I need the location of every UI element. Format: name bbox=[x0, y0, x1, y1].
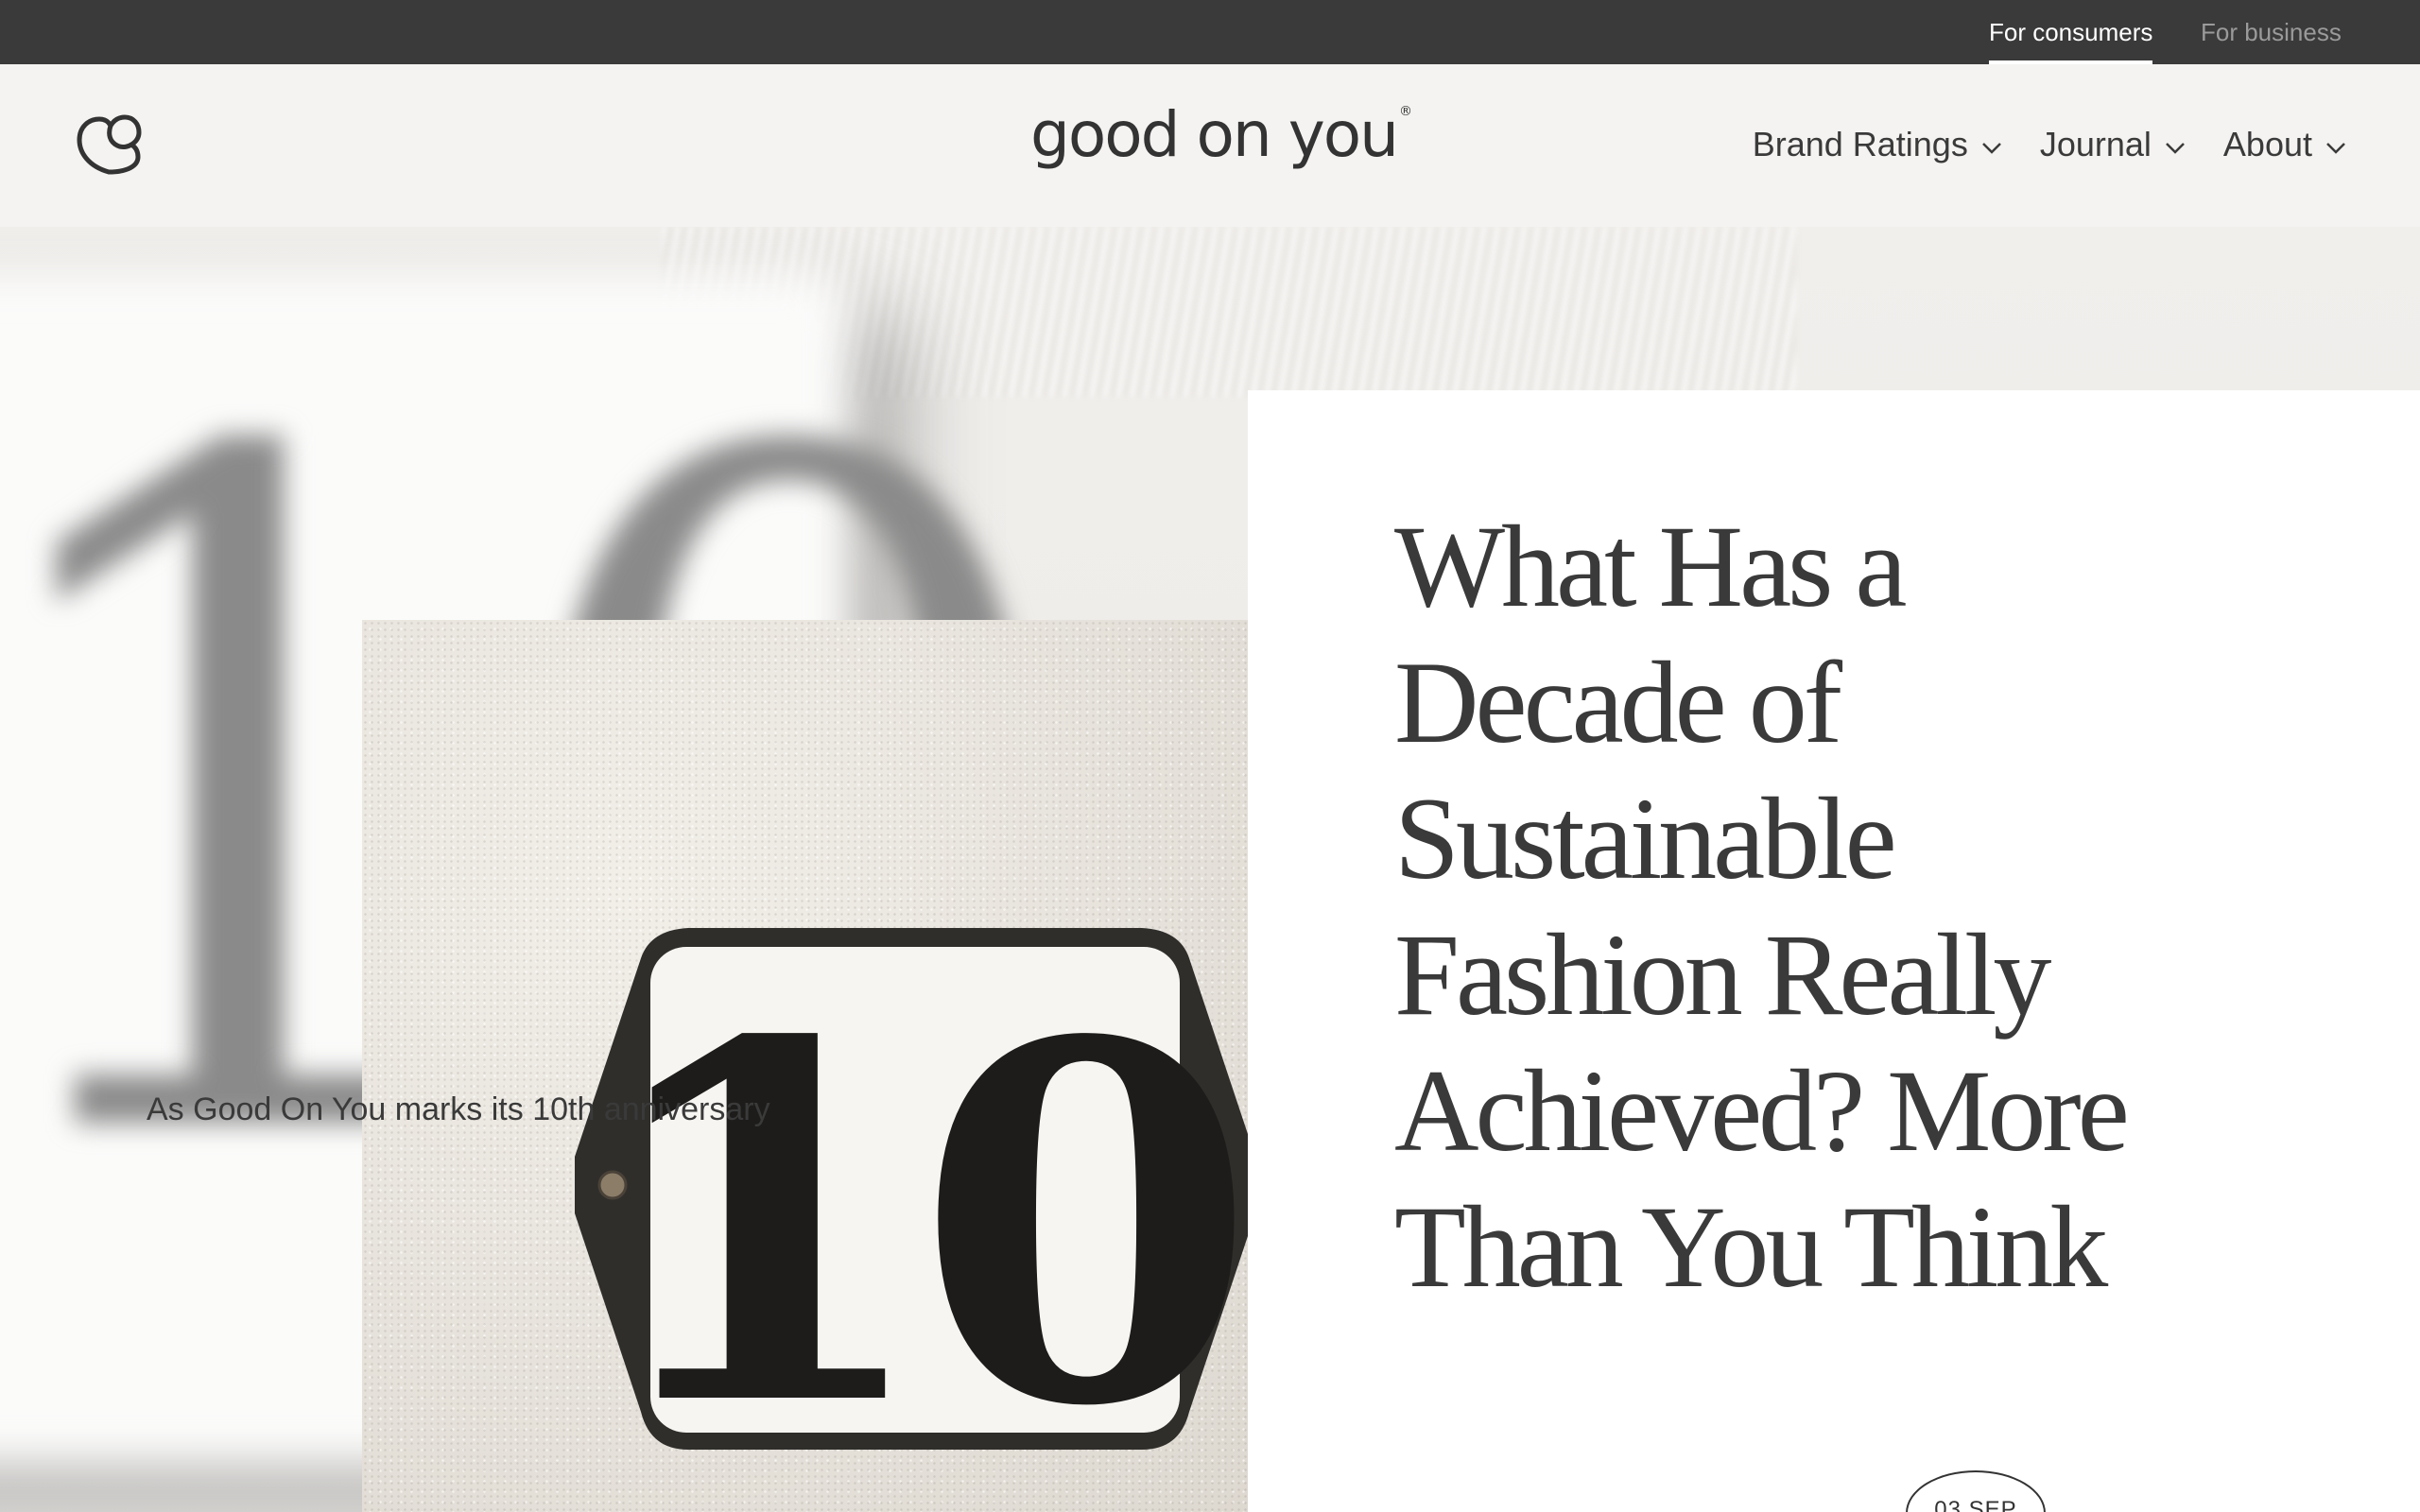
nav-label: Journal bbox=[2039, 125, 2152, 163]
chevron-down-icon bbox=[1981, 143, 2001, 154]
nav-about[interactable]: About bbox=[2223, 125, 2346, 164]
brand-wordmark[interactable]: good on you ® bbox=[1030, 98, 1412, 171]
nav-journal[interactable]: Journal bbox=[2040, 125, 2186, 164]
hero-photo-number-plate: 10 bbox=[362, 620, 1248, 1512]
article-lede: As Good On You marks its 10th anniversar… bbox=[147, 1091, 770, 1127]
for-consumers-link[interactable]: For consumers bbox=[1989, 0, 2153, 64]
chevron-down-icon bbox=[2326, 143, 2345, 154]
article-title: What Has a Decade of Sustainable Fashion… bbox=[1394, 502, 2130, 1312]
nav-brand-ratings[interactable]: Brand Ratings bbox=[1753, 125, 2002, 164]
site-header: good on you ® Brand Ratings Journal About bbox=[0, 64, 2420, 227]
audience-switcher-bar: For consumers For business bbox=[0, 0, 2420, 64]
chevron-down-icon bbox=[2166, 143, 2185, 154]
for-business-link[interactable]: For business bbox=[2201, 0, 2342, 64]
heart-icon[interactable] bbox=[74, 110, 144, 180]
nav-label: Brand Ratings bbox=[1752, 125, 1968, 163]
number-plate: 10 bbox=[575, 928, 1248, 1469]
main-nav: Brand Ratings Journal About bbox=[1753, 125, 2346, 164]
nav-label: About bbox=[2222, 125, 2312, 163]
plate-number: 10 bbox=[592, 936, 1238, 1469]
article-card: What Has a Decade of Sustainable Fashion… bbox=[1248, 390, 2420, 1512]
